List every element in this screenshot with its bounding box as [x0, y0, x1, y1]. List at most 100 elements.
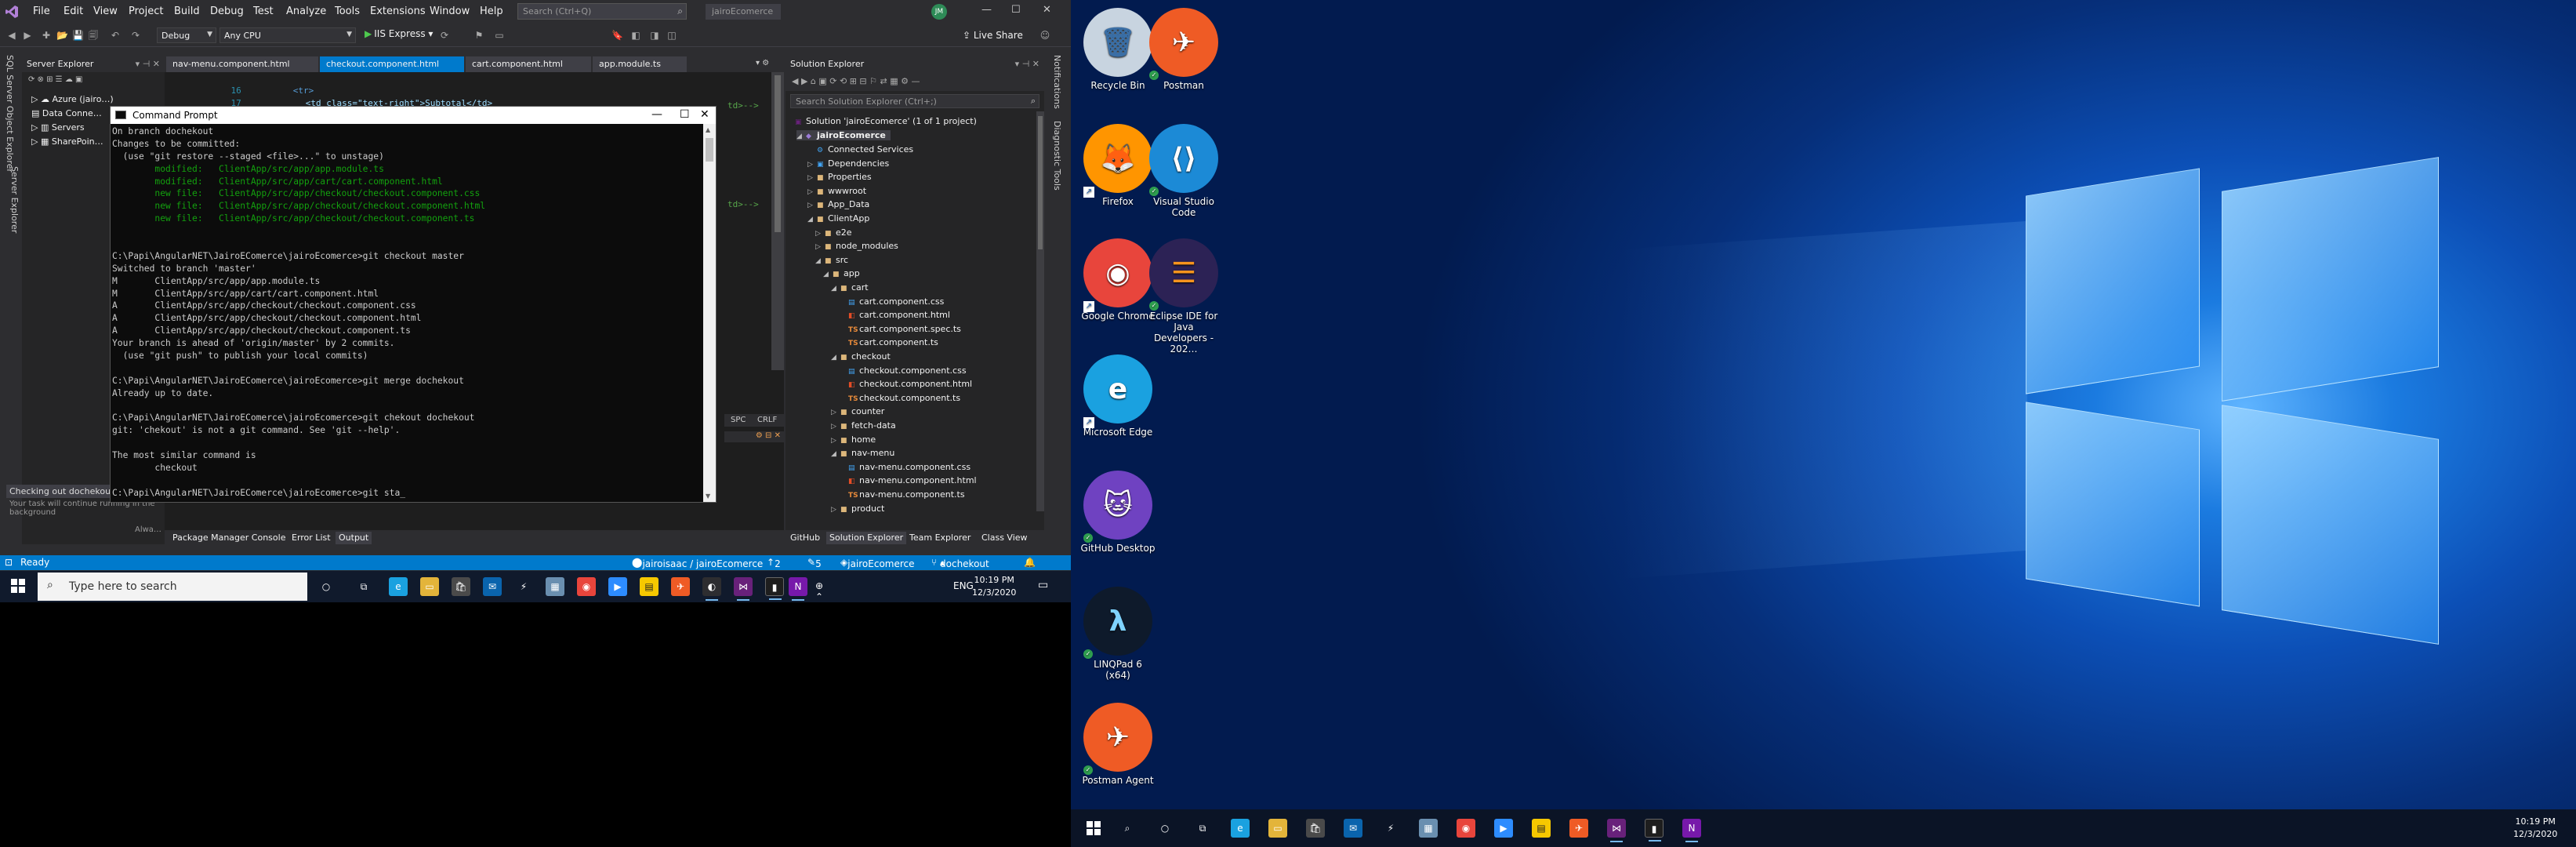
tree-node[interactable]: ◢ ■ nav-menu — [831, 448, 894, 458]
tree-node[interactable]: ▷ ■ App_Data — [807, 199, 869, 209]
cmd-output[interactable]: On branch dochekout Changes to be committ… — [111, 124, 703, 502]
desktop-shortcut[interactable]: ✈ ✓ Postman Agent — [1080, 703, 1156, 786]
browser-link-icon[interactable]: ⚑ — [473, 30, 484, 41]
scroll-up-icon[interactable]: ▲ — [706, 126, 710, 133]
edge-icon[interactable]: e — [1231, 819, 1250, 838]
tray-icons[interactable]: ⊕ ⌃ ☁ ▭ ♪ ✈ — [815, 580, 825, 602]
tree-node[interactable]: ◢ ■ ClientApp — [807, 213, 869, 224]
mail-icon[interactable]: ✉ — [1344, 819, 1362, 838]
feedback-icon[interactable]: ☺ — [1039, 30, 1050, 41]
start-button[interactable] — [11, 579, 25, 593]
tree-node[interactable]: ◢ ■ cart — [831, 282, 869, 293]
branch-button[interactable]: ⑂ dochekout ▴ — [931, 557, 989, 569]
cmd-titlebar[interactable]: Command Prompt — ☐ ✕ — [111, 107, 716, 124]
clock[interactable]: 10:19 PM 12/3/2020 — [2513, 816, 2557, 841]
tree-item-data-connections[interactable]: ▤ Data Conne… — [31, 108, 102, 118]
comment-icon[interactable]: ▭ — [494, 30, 505, 41]
tree-node[interactable]: ◧ nav-menu.component.html — [839, 475, 977, 485]
tree-node[interactable]: ▤ cart.component.css — [839, 296, 944, 307]
tree-node[interactable]: ▤ nav-menu.component.css — [839, 462, 971, 472]
app-icon[interactable]: ▦ — [546, 577, 564, 596]
tree-node[interactable]: ▷ ▣ Dependencies — [807, 158, 889, 169]
project-node[interactable]: ◢ ◆ jairoEcomerce — [796, 130, 891, 140]
platform-dropdown[interactable]: Any CPU ▼ — [220, 27, 356, 43]
repo-button[interactable]: ◈ jairoEcomerce — [840, 557, 915, 569]
tree-node[interactable]: ▷ ■ node_modules — [815, 241, 898, 251]
minimize-icon[interactable]: — — [981, 4, 992, 16]
solution-root[interactable]: ▣ Solution 'jairoEcomerce' (1 of 1 projec… — [795, 116, 977, 126]
clear-bookmark-icon[interactable]: ◫ — [666, 30, 677, 41]
scroll-down-icon[interactable]: ▼ — [706, 493, 710, 500]
whitespace-indicator[interactable]: SPC — [731, 416, 746, 424]
zoom-icon[interactable]: ▶ — [1494, 819, 1513, 838]
refresh-icon[interactable]: ⟳ — [439, 30, 450, 41]
file-explorer-icon[interactable]: ▭ — [420, 577, 439, 596]
cmd-taskbar-icon[interactable]: ▮ — [1645, 819, 1664, 842]
winamp-icon[interactable]: ⚡ — [1381, 819, 1400, 838]
tree-node[interactable]: TScart.component.spec.ts — [839, 324, 961, 334]
tree-node[interactable]: ◢ ■ app — [823, 268, 860, 278]
tree-node[interactable]: ◧ cart.component.html — [839, 310, 950, 320]
desktop-shortcut[interactable]: 🗑 Recycle Bin — [1080, 8, 1156, 91]
tree-node[interactable]: ◢ ■ checkout — [831, 351, 891, 362]
scrollbar-thumb[interactable] — [1038, 116, 1043, 249]
tab-app-module-ts[interactable]: app.module.ts — [593, 56, 687, 72]
github-repo-button[interactable]: ⬤ jairoisaac / jairoEcomerce — [632, 557, 763, 569]
editor-scrollbar[interactable] — [771, 72, 784, 370]
chrome-icon[interactable]: ◉ — [1457, 819, 1475, 838]
pin-icon[interactable]: ▾ ⊣ ✕ — [136, 59, 160, 69]
onenote-icon[interactable]: N — [1682, 819, 1701, 842]
menu-extensions[interactable]: Extensions — [370, 5, 426, 17]
run-button[interactable]: ▶ IIS Express ▾ — [365, 28, 433, 39]
cmd-scrollbar[interactable]: ▲ ▼ — [703, 124, 716, 502]
tab-sql-server-object-explorer[interactable]: SQL Server Object Explorer — [5, 55, 15, 173]
edge-icon[interactable]: e — [389, 577, 408, 596]
tree-item-azure[interactable]: ▷ ☁ Azure (jairo…) — [31, 94, 114, 104]
tree-node[interactable]: ◧ checkout.component.html — [839, 379, 972, 389]
search-icon[interactable]: ⌕ — [1118, 819, 1137, 838]
desktop-shortcut[interactable]: ☰ ✓ Eclipse IDE for Java Developers - 202… — [1146, 238, 1221, 354]
github-desktop-icon[interactable]: ◐ — [702, 577, 721, 601]
tab-package-manager-console[interactable]: Package Manager Console — [169, 532, 288, 544]
cortana-icon[interactable]: ○ — [317, 577, 336, 596]
tree-node[interactable]: ▷ ■ home — [831, 434, 876, 445]
app-icon[interactable]: ▦ — [1419, 819, 1438, 838]
tree-node[interactable]: TSnav-menu.component.ts — [839, 489, 965, 500]
tab-cart-html[interactable]: cart.component.html — [466, 56, 591, 72]
tree-node[interactable]: TScheckout.component.ts — [839, 393, 960, 403]
language-indicator[interactable]: ENG — [953, 580, 974, 591]
visual-studio-icon[interactable]: ⋈ — [1607, 819, 1626, 842]
desktop-shortcut[interactable]: e ↗ Microsoft Edge — [1080, 354, 1156, 438]
tab-github[interactable]: GitHub — [787, 532, 823, 544]
tree-node[interactable]: ▷ ■ e2e — [815, 227, 852, 238]
prev-bookmark-icon[interactable]: ◧ — [630, 30, 641, 41]
back-icon[interactable]: ◀ — [6, 30, 17, 41]
tree-item-sharepoint[interactable]: ▷ ▦ SharePoin… — [31, 136, 103, 147]
desktop-shortcut[interactable]: 🐱 ✓ GitHub Desktop — [1080, 471, 1156, 554]
menu-tools[interactable]: Tools — [335, 5, 360, 17]
cmd-taskbar-icon[interactable]: ▮ — [765, 577, 784, 600]
tree-node[interactable]: ⚙ Connected Services — [807, 144, 913, 154]
store-icon[interactable]: 🛍 — [452, 577, 470, 596]
postman-icon[interactable]: ✈ — [671, 577, 690, 596]
maximize-icon[interactable]: ☐ — [680, 108, 690, 121]
menu-debug[interactable]: Debug — [210, 5, 244, 17]
next-bookmark-icon[interactable]: ◨ — [649, 30, 660, 41]
minimize-icon[interactable]: — — [651, 108, 662, 121]
tree-item-servers[interactable]: ▷ ▥ Servers — [31, 122, 85, 133]
tab-class-view[interactable]: Class View — [978, 532, 1031, 544]
task-view-icon[interactable]: ⧉ — [1193, 819, 1212, 838]
maximize-icon[interactable]: ☐ — [1011, 4, 1021, 16]
unpushed-commits-button[interactable]: ↑ 2 — [767, 557, 781, 569]
tree-node[interactable]: ▷ ■ counter — [831, 406, 884, 416]
tree-node[interactable]: ◢ ■ src — [815, 255, 848, 265]
tab-error-list[interactable]: Error List — [288, 532, 334, 544]
sticky-notes-icon[interactable]: ▤ — [1532, 819, 1551, 838]
desktop-shortcut[interactable]: 🦊 ↗ Firefox — [1080, 124, 1156, 207]
menu-project[interactable]: Project — [129, 5, 163, 17]
solution-scrollbar[interactable] — [1036, 111, 1044, 511]
tab-team-explorer[interactable]: Team Explorer — [906, 532, 974, 544]
menu-help[interactable]: Help — [480, 5, 503, 17]
undo-icon[interactable]: ↶ — [110, 30, 121, 41]
visual-studio-icon[interactable]: ⋈ — [734, 577, 753, 601]
